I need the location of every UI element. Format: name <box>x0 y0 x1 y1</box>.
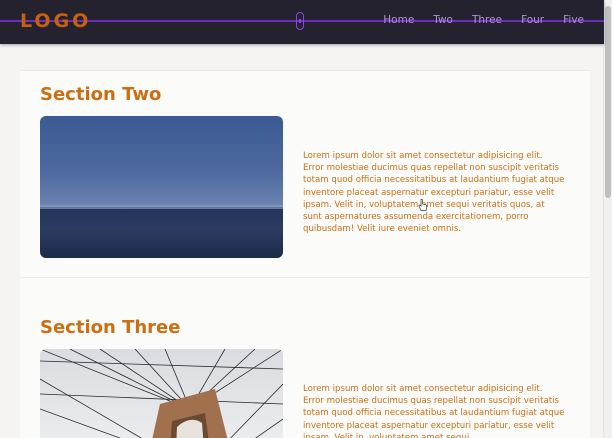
page: LOGO Home Two Three Four Five Section Tw… <box>0 0 612 438</box>
scroll-progress-handle[interactable] <box>296 12 304 30</box>
scrollbar-thumb[interactable] <box>605 6 611 198</box>
bridge-cables-image <box>40 349 283 438</box>
content-card: Section Two Lorem ipsum dolor sit amet c… <box>20 70 590 438</box>
section-body-text: Lorem ipsum dolor sit amet consectetur a… <box>303 151 565 235</box>
vertical-scrollbar[interactable] <box>603 0 612 438</box>
nav-link-four[interactable]: Four <box>521 14 544 26</box>
section-title: Section Two <box>40 84 162 105</box>
nav-link-five[interactable]: Five <box>563 14 584 26</box>
logo[interactable]: LOGO <box>20 10 91 32</box>
nav-link-three[interactable]: Three <box>472 14 502 26</box>
section-divider <box>20 277 590 278</box>
nav-links: Home Two Three Four Five <box>383 14 584 26</box>
nav-link-two[interactable]: Two <box>433 14 453 26</box>
nav-link-home[interactable]: Home <box>383 14 414 26</box>
section-title: Section Three <box>40 317 181 338</box>
hand-cursor-icon <box>418 199 428 211</box>
section-body-text: Lorem ipsum dolor sit amet consectetur a… <box>303 384 565 438</box>
navbar: LOGO Home Two Three Four Five <box>0 0 604 44</box>
ocean-horizon-image <box>40 116 283 258</box>
